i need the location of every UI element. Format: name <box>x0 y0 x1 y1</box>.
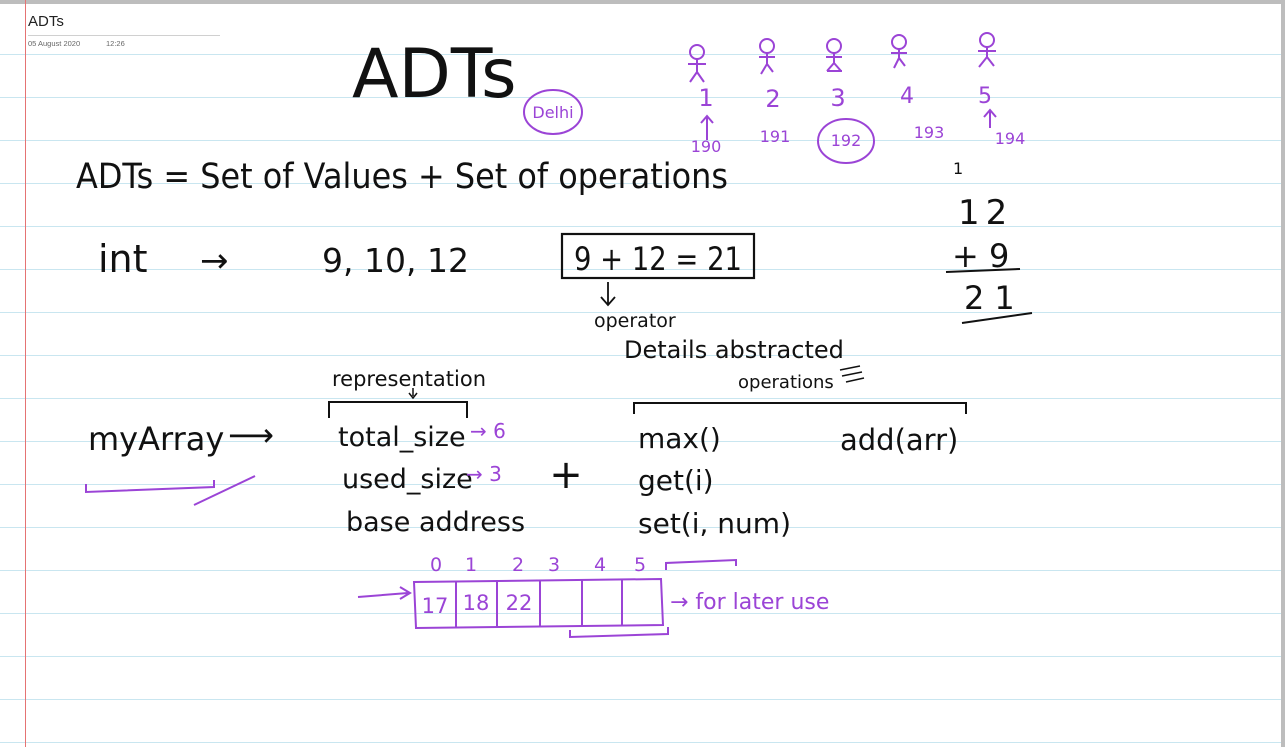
myarray-tick <box>193 475 256 506</box>
representation-bracket <box>328 401 468 418</box>
operations-label: operations <box>738 372 834 393</box>
details-abstracted: Details abstracted <box>624 336 844 364</box>
array-outline <box>412 577 665 630</box>
representation-item-used-size: used_size <box>342 464 473 495</box>
handwriting-canvas: ADTs Delhi 1 2 3 4 5 190 191 192 193 194… <box>76 32 1033 639</box>
array-index-3: 3 <box>548 554 560 576</box>
total-size-value: → 6 <box>470 419 506 443</box>
adt-definition: ADTs = Set of Values + Set of operations <box>76 157 728 197</box>
representation-item-total-size: total_size <box>338 422 466 453</box>
stick-figure-5 <box>978 32 996 68</box>
myarray-arrow: ⟶ <box>228 416 274 454</box>
array-cell-1: 18 <box>463 591 490 615</box>
figure-number-3: 3 <box>830 84 845 112</box>
array-index-4: 4 <box>594 554 606 576</box>
sum-result: 21 <box>964 279 1025 317</box>
figure-number-4: 4 <box>900 84 914 109</box>
stick-figures <box>688 32 996 83</box>
code-191: 191 <box>760 127 791 146</box>
sum-carry: 1 <box>953 159 963 178</box>
handwritten-heading: ADTs <box>352 35 517 114</box>
array-cell-2: 22 <box>506 591 533 615</box>
array-index-0: 0 <box>430 554 442 576</box>
int-expression: 9 + 12 = 21 <box>574 240 742 278</box>
code-193: 193 <box>914 123 945 142</box>
figure-number-5: 5 <box>978 84 992 109</box>
operation-add: add(arr) <box>840 423 958 457</box>
array-index-1: 1 <box>465 554 477 576</box>
representation-label: representation <box>332 367 486 391</box>
operations-emphasis <box>839 365 865 383</box>
notebook-page: ADTs 05 August 2020 12:26 ADTs Delhi 1 2… <box>0 0 1285 747</box>
code-190: 190 <box>691 137 722 156</box>
operator-arrow <box>600 282 616 307</box>
operations-bracket <box>633 402 967 414</box>
stick-figure-1 <box>688 44 706 83</box>
stick-figure-3 <box>826 38 842 72</box>
city-label: Delhi <box>532 103 573 122</box>
int-arrow: → <box>200 241 229 281</box>
operation-set: set(i, num) <box>638 507 791 540</box>
figure-number-2: 2 <box>765 85 780 113</box>
operation-get: get(i) <box>638 464 714 497</box>
array-note: → for later use <box>670 590 829 615</box>
used-size-value: → 3 <box>466 462 502 486</box>
code-194: 194 <box>995 129 1026 148</box>
array-index-5: 5 <box>634 554 646 576</box>
code-192: 192 <box>831 131 862 150</box>
int-label: int <box>98 237 148 281</box>
array-index-2: 2 <box>512 554 524 576</box>
myarray-underline <box>85 480 215 494</box>
plus-sign: + <box>549 452 583 498</box>
array-cells <box>412 577 665 630</box>
arrow-up-5 <box>983 108 997 128</box>
array-free-bracket <box>569 627 669 639</box>
sum-top: 12 <box>958 193 1013 233</box>
operator-label: operator <box>594 310 676 332</box>
array-extra-bracket <box>665 558 737 570</box>
int-values: 9, 10, 12 <box>322 241 469 280</box>
array-pointer-arrow <box>357 586 412 600</box>
array-cell-0: 17 <box>422 594 449 618</box>
operation-max: max() <box>638 422 721 455</box>
representation-item-base-address: base address <box>346 507 525 538</box>
figure-number-1: 1 <box>698 84 713 112</box>
myarray-label: myArray <box>88 420 224 458</box>
stick-figure-4 <box>891 34 907 69</box>
stick-figure-2 <box>759 38 775 75</box>
